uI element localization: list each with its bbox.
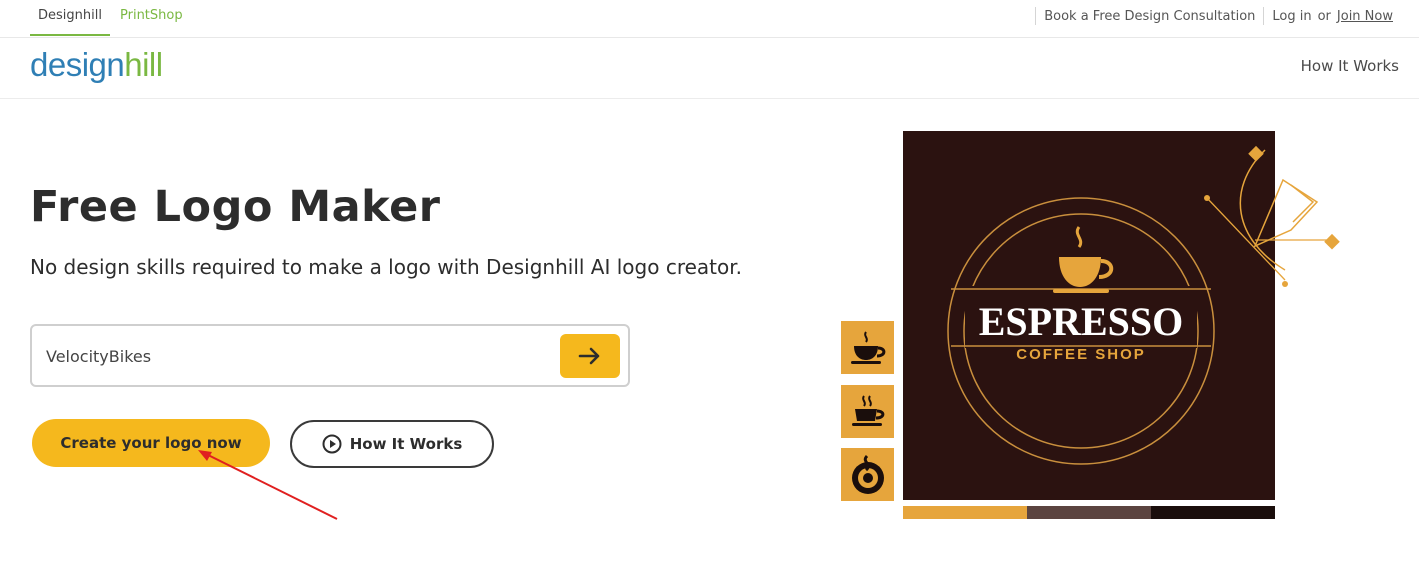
join-now-link[interactable]: Join Now	[1337, 9, 1393, 24]
divider	[1035, 7, 1037, 25]
nav-how-it-works[interactable]: How It Works	[1301, 57, 1399, 75]
top-utility-bar: Designhill PrintShop Book a Free Design …	[0, 0, 1419, 38]
color-palette-strip	[903, 506, 1275, 519]
coffee-cup-icon	[850, 330, 885, 364]
page-title: Free Logo Maker	[30, 182, 441, 232]
logo-variant-thumb[interactable]	[841, 448, 894, 501]
logo-hill-text: hill	[124, 46, 163, 83]
coffee-cup-icon	[851, 394, 884, 426]
logo-tagline-text: COFFEE SHOP	[1016, 346, 1146, 363]
business-name-search	[30, 324, 630, 387]
tab-designhill[interactable]: Designhill	[30, 0, 110, 36]
designhill-logo[interactable]: designhill	[30, 46, 163, 84]
palette-swatch	[903, 506, 1027, 519]
arrow-right-icon	[578, 347, 600, 365]
divider	[1263, 7, 1265, 25]
decorative-geometry	[1204, 145, 1340, 287]
site-header: designhill How It Works	[0, 38, 1419, 99]
tab-printshop[interactable]: PrintShop	[120, 0, 183, 36]
logo-variant-thumb[interactable]	[841, 321, 894, 374]
login-link[interactable]: Log in	[1272, 9, 1311, 24]
business-name-input[interactable]	[46, 340, 546, 372]
account-links: Book a Free Design Consultation Log in o…	[1027, 0, 1393, 32]
palette-swatch	[1151, 506, 1275, 519]
or-text: or	[1317, 8, 1331, 24]
annotation-arrow	[198, 450, 338, 520]
how-it-works-label: How It Works	[349, 435, 463, 453]
search-submit-button[interactable]	[560, 334, 620, 378]
logo-brand-text: ESPRESSO	[979, 299, 1184, 344]
logo-variant-thumb[interactable]	[841, 385, 894, 438]
page-subtitle: No design skills required to make a logo…	[30, 255, 742, 279]
logo-design-text: design	[30, 46, 125, 83]
coffee-swirl-icon	[851, 454, 884, 494]
palette-swatch	[1027, 506, 1151, 519]
consultation-link[interactable]: Book a Free Design Consultation	[1044, 9, 1255, 24]
